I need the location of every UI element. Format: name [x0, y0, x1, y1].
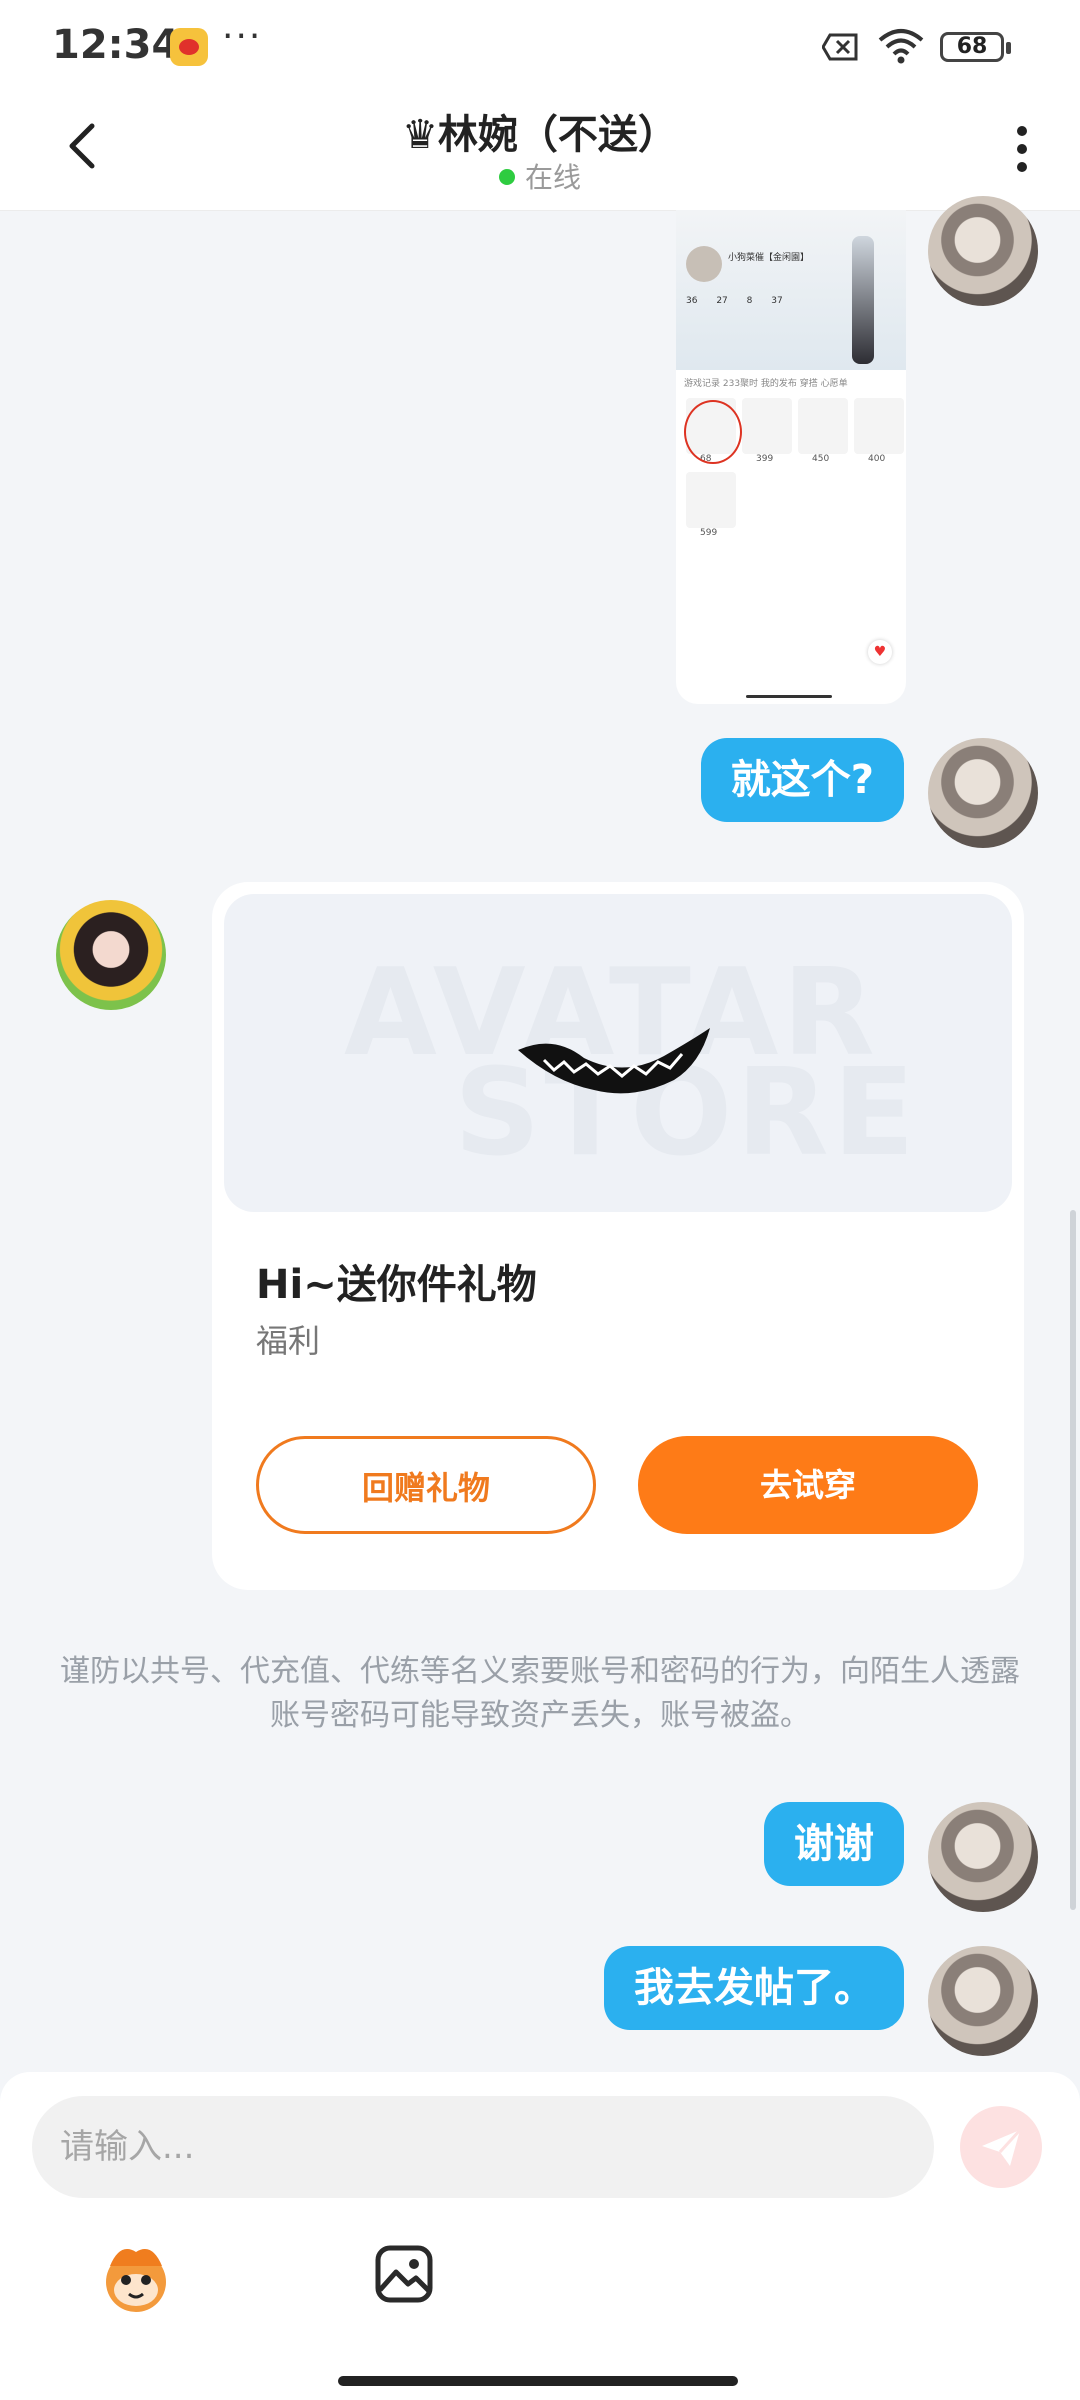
my-message-bubble[interactable]: 我去发帖了。 [604, 1946, 904, 2030]
home-indicator [338, 2376, 738, 2386]
send-icon [982, 2128, 1022, 2166]
screenshot-avatar [686, 246, 722, 282]
status-bar: 12:34 ··· 68 [0, 0, 1080, 96]
my-avatar[interactable] [928, 738, 1038, 848]
sim-off-icon [822, 33, 858, 61]
chat-header: ♛林婉（不送） 在线 [0, 96, 1080, 211]
send-button[interactable] [960, 2106, 1042, 2188]
online-status: 在线 [0, 156, 1080, 196]
security-notice: 谨防以共号、代充值、代练等名义索要账号和密码的行为，向陌生人透露账号密码可能导致… [60, 1654, 1020, 1733]
screenshot-home-indicator [746, 695, 832, 698]
gift-title: Hi~送你件礼物 [256, 1262, 537, 1308]
chat-scrollbar[interactable] [1070, 1210, 1076, 1910]
screenshot-stats: 36 27 8 37 [686, 296, 783, 306]
contact-avatar[interactable] [56, 900, 166, 1010]
screenshot-item [854, 398, 904, 454]
screenshot-price: 599 [700, 528, 718, 538]
grill-accessory-icon [518, 1028, 710, 1094]
screenshot-profile-header: 小狗菜催【金闲園】 36 27 8 37 [676, 210, 906, 370]
more-notifications-icon: ··· [222, 16, 263, 57]
gift-card[interactable]: AVATAR STORE Hi~送你件礼物 福利 回赠礼物 去试穿 [212, 882, 1024, 1590]
my-message-bubble[interactable]: 就这个? [700, 738, 904, 822]
screenshot-username: 小狗菜催【金闲園】 [728, 253, 810, 263]
screenshot-price: 400 [868, 454, 886, 464]
my-avatar[interactable] [928, 1946, 1038, 2056]
shared-screenshot-message[interactable]: 小狗菜催【金闲園】 36 27 8 37 游戏记录 233聚时 我的发布 穿搭 … [676, 210, 906, 704]
gift-image: AVATAR STORE [224, 894, 1012, 1212]
screenshot-item [686, 472, 736, 528]
image-icon[interactable] [372, 2242, 436, 2306]
screenshot-item [798, 398, 848, 454]
more-icon[interactable] [1012, 120, 1032, 180]
message-composer [0, 2072, 1080, 2400]
emoji-icon[interactable] [96, 2238, 176, 2318]
my-avatar[interactable] [928, 1802, 1038, 1912]
heart-icon: ♥ [868, 640, 892, 664]
weibo-icon [170, 28, 208, 66]
screenshot-avatar-figure [852, 236, 874, 364]
online-dot [498, 169, 515, 185]
my-avatar[interactable] [928, 196, 1038, 306]
screenshot-price: 450 [812, 454, 830, 464]
online-label: 在线 [524, 161, 581, 194]
screenshot-item [742, 398, 792, 454]
status-time: 12:34 [52, 22, 180, 68]
gift-subtitle: 福利 [256, 1322, 321, 1360]
battery-icon: 68 [940, 32, 1011, 62]
screenshot-price: 399 [756, 454, 774, 464]
message-input[interactable] [32, 2096, 934, 2198]
chat-title: ♛林婉（不送） [402, 112, 678, 158]
return-gift-button[interactable]: 回赠礼物 [256, 1436, 596, 1534]
try-on-button[interactable]: 去试穿 [638, 1436, 978, 1534]
my-message-bubble[interactable]: 谢谢 [764, 1802, 904, 1886]
screenshot-highlight-circle [684, 400, 742, 464]
wifi-icon [878, 29, 924, 64]
screenshot-tabs: 游戏记录 233聚时 我的发布 穿搭 心愿单 [684, 379, 848, 389]
